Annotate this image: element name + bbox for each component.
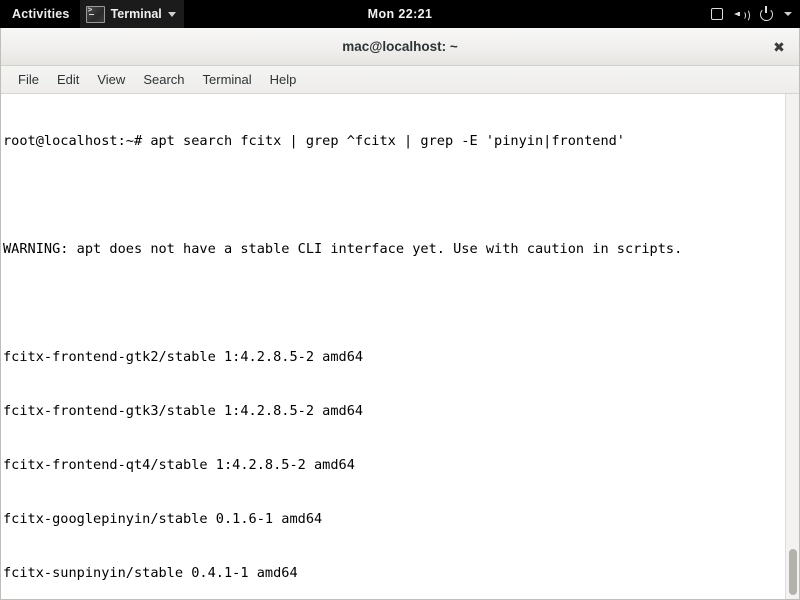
terminal-line: WARNING: apt does not have a stable CLI … (3, 241, 683, 257)
terminal-line: fcitx-googlepinyin/stable 0.1.6-1 amd64 (3, 511, 323, 527)
screen: Activities Terminal Mon 22:21 mac@localh… (0, 0, 800, 600)
gnome-top-bar: Activities Terminal Mon 22:21 (0, 0, 800, 28)
terminal-icon (85, 5, 105, 23)
chevron-down-icon (167, 11, 176, 17)
menu-item-terminal[interactable]: Terminal (194, 69, 261, 91)
activities-button[interactable]: Activities (0, 0, 80, 28)
close-icon[interactable]: ✖ (769, 37, 789, 57)
window-title: mac@localhost: ~ (342, 39, 458, 54)
app-menu-button[interactable]: Terminal (79, 0, 184, 28)
menu-item-file[interactable]: File (9, 69, 48, 91)
terminal-line: fcitx-frontend-gtk2/stable 1:4.2.8.5-2 a… (3, 349, 364, 365)
window-titlebar[interactable]: mac@localhost: ~ ✖ (1, 28, 799, 66)
terminal-text: root@localhost:~# apt search fcitx | gre… (3, 96, 783, 599)
terminal-output-area[interactable]: root@localhost:~# apt search fcitx | gre… (1, 94, 799, 599)
terminal-line: fcitx-sunpinyin/stable 0.4.1-1 amd64 (3, 565, 298, 581)
network-icon[interactable] (711, 8, 723, 20)
terminal-line: fcitx-frontend-qt4/stable 1:4.2.8.5-2 am… (3, 457, 355, 473)
chevron-down-icon[interactable] (784, 12, 792, 16)
menu-bar: File Edit View Search Terminal Help (1, 66, 799, 94)
menu-item-edit[interactable]: Edit (48, 69, 88, 91)
volume-icon[interactable] (734, 8, 750, 22)
menu-item-search[interactable]: Search (134, 69, 193, 91)
terminal-scrollbar[interactable] (785, 94, 799, 599)
terminal-line: root@localhost:~# apt search fcitx | gre… (3, 133, 625, 149)
app-menu-label: Terminal (110, 7, 162, 21)
menu-item-help[interactable]: Help (261, 69, 306, 91)
scrollbar-thumb[interactable] (789, 549, 797, 595)
power-icon[interactable] (760, 6, 773, 21)
menu-item-view[interactable]: View (88, 69, 134, 91)
terminal-window: mac@localhost: ~ ✖ File Edit View Search… (0, 28, 800, 600)
terminal-line: fcitx-frontend-gtk3/stable 1:4.2.8.5-2 a… (3, 403, 364, 419)
system-tray (711, 0, 792, 28)
